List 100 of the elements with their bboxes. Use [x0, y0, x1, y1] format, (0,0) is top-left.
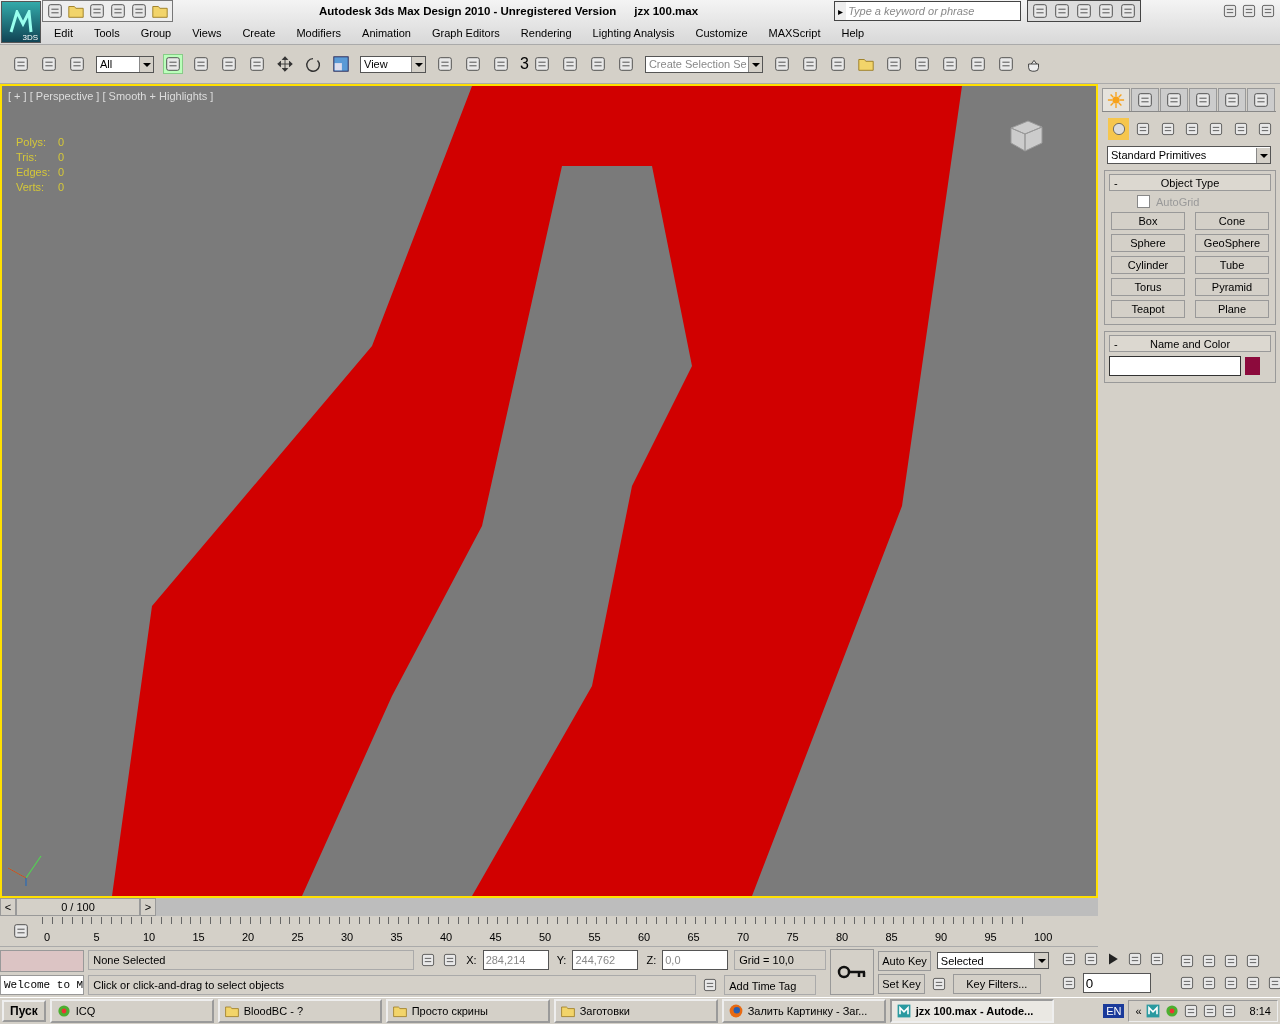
start-button[interactable]: Пуск	[2, 1000, 46, 1022]
taskbar-button[interactable]: ICQ	[49, 999, 214, 1023]
frame-number: 95	[984, 930, 998, 945]
set-key-button[interactable]: Set Key	[878, 973, 925, 994]
color-swatch[interactable]	[1245, 357, 1260, 375]
menu-item[interactable]: Customize	[695, 27, 748, 39]
menu-item[interactable]: Graph Editors	[431, 27, 500, 39]
primitive-button[interactable]: Sphere	[1111, 234, 1185, 252]
flower-icon[interactable]	[1163, 1003, 1180, 1019]
primitive-button[interactable]: Plane	[1195, 300, 1269, 318]
key-mode-dropdown[interactable]: Selected	[936, 952, 1049, 969]
named-selection-dropdown[interactable]: Create Selection Se	[644, 55, 763, 73]
add-time-tag-button[interactable]: Add Time Tag	[724, 974, 817, 995]
rollout-header[interactable]: - Name and Color	[1109, 335, 1271, 352]
stat-value: 0	[58, 166, 65, 178]
logo-icon	[9, 10, 33, 34]
primitive-button[interactable]: Teapot	[1111, 300, 1185, 318]
taskbar-button[interactable]: BloodBC - ?	[217, 999, 382, 1023]
tray-app-icon[interactable]	[1144, 1003, 1161, 1019]
reference-coordinate-dropdown[interactable]: View	[360, 55, 426, 73]
primitive-button[interactable]: Cone	[1195, 212, 1269, 230]
stat-value: 0	[58, 136, 65, 148]
menu-item[interactable]: Views	[192, 27, 222, 39]
primitive-button[interactable]: Torus	[1111, 278, 1185, 296]
menu-item[interactable]: Modifiers	[296, 27, 342, 39]
menu-item[interactable]: Lighting Analysis	[592, 27, 675, 39]
frame-number: 60	[638, 930, 652, 945]
next-frame-button[interactable]: >	[140, 898, 156, 916]
command-panel-tab[interactable]	[1160, 88, 1188, 111]
selection-filter-dropdown[interactable]: All	[96, 55, 154, 73]
frame-number: 75	[786, 930, 800, 945]
menu-item[interactable]: Tools	[93, 27, 120, 39]
window-title: Autodesk 3ds Max Design 2010 - Unregistered Version	[319, 5, 617, 17]
taskbar-button[interactable]: Просто скрины	[385, 999, 550, 1023]
key-filters-button[interactable]: Key Filters...	[952, 973, 1041, 994]
rotate-icon[interactable]	[304, 55, 322, 73]
menu-item[interactable]: Group	[140, 27, 172, 39]
menu-item[interactable]: Help	[841, 27, 865, 39]
menu-item[interactable]: MAXScript	[768, 27, 821, 39]
frame-number: 90	[935, 930, 949, 945]
command-panel-tab[interactable]	[1102, 88, 1130, 111]
menu-item[interactable]: Edit	[54, 27, 73, 39]
stat-value: 0	[58, 181, 65, 193]
frame-number: 40	[440, 930, 454, 945]
frame-number: 85	[885, 930, 899, 945]
language-indicator[interactable]: EN	[1103, 1004, 1125, 1018]
frame-number: 20	[242, 930, 256, 945]
stat-label: Edges:	[16, 166, 52, 178]
taskbar-button[interactable]: jzx 100.max - Autode...	[889, 999, 1054, 1023]
clock: 8:14	[1249, 1005, 1271, 1017]
primitive-button[interactable]: Box	[1111, 212, 1185, 230]
move-icon[interactable]	[276, 55, 294, 73]
listener-field[interactable]: Welcome to M	[0, 974, 85, 995]
flower-icon[interactable]	[55, 1003, 72, 1019]
command-panel-tab[interactable]	[1218, 88, 1246, 111]
coordinate-field[interactable]: 244,762	[572, 949, 639, 970]
time-slider-handle[interactable]: 0 / 100	[16, 898, 140, 916]
coordinate-field[interactable]: 284,214	[482, 949, 549, 970]
menu-item[interactable]: Create	[242, 27, 276, 39]
grid-size: Grid = 10,0	[734, 949, 827, 970]
frame-number: 10	[143, 930, 157, 945]
menu-item[interactable]: Rendering	[520, 27, 572, 39]
frame-number: 5	[93, 930, 101, 945]
auto-key-button[interactable]: Auto Key	[878, 950, 931, 971]
current-frame-field[interactable]: 0	[1082, 973, 1151, 993]
globe-icon[interactable]	[727, 1003, 744, 1019]
object-name-field[interactable]	[1109, 356, 1241, 376]
primitive-button[interactable]: Pyramid	[1195, 278, 1269, 296]
coordinate-field[interactable]: 0,0	[662, 949, 729, 970]
taskbar-button[interactable]: Залить Картинку - Заг...	[721, 999, 886, 1023]
frame-number: 80	[836, 930, 850, 945]
primitive-button[interactable]: Cylinder	[1111, 256, 1185, 274]
subcategory-dropdown[interactable]: Standard Primitives	[1107, 146, 1271, 164]
frame-number: 50	[539, 930, 553, 945]
scale-icon[interactable]	[332, 55, 350, 73]
primitive-button[interactable]: GeoSphere	[1195, 234, 1269, 252]
primitive-button[interactable]: Tube	[1195, 256, 1269, 274]
menu-item[interactable]: Animation	[362, 27, 411, 39]
coordinate-label: Z:	[646, 953, 657, 966]
taskbar-button[interactable]: Заготовки	[553, 999, 718, 1023]
frame-number: 65	[687, 930, 701, 945]
frame-number: 0	[44, 930, 52, 945]
tray-expand-button[interactable]: «	[1135, 1005, 1142, 1017]
stat-label: Tris:	[16, 151, 38, 163]
stat-label: Polys:	[16, 136, 47, 148]
rollout-header[interactable]: - Object Type	[1109, 174, 1271, 191]
coordinate-label: X:	[466, 953, 477, 966]
frame-number: 25	[291, 930, 305, 945]
previous-frame-button[interactable]: <	[0, 898, 16, 916]
command-panel-tab[interactable]	[1131, 88, 1159, 111]
command-panel-tab[interactable]	[1247, 88, 1275, 111]
set-keys-button[interactable]	[830, 949, 875, 995]
frame-number: 100	[1034, 930, 1054, 945]
search-field[interactable]: ▸ Type a keyword or phrase	[834, 1, 1022, 21]
command-panel-tab[interactable]	[1189, 88, 1217, 111]
application-button[interactable]: 3DS	[1, 1, 41, 43]
frame-number: 30	[341, 930, 355, 945]
snap-toggle[interactable]: 3	[520, 55, 529, 73]
app-icon[interactable]	[895, 1003, 912, 1019]
stat-label: Verts:	[16, 181, 46, 193]
